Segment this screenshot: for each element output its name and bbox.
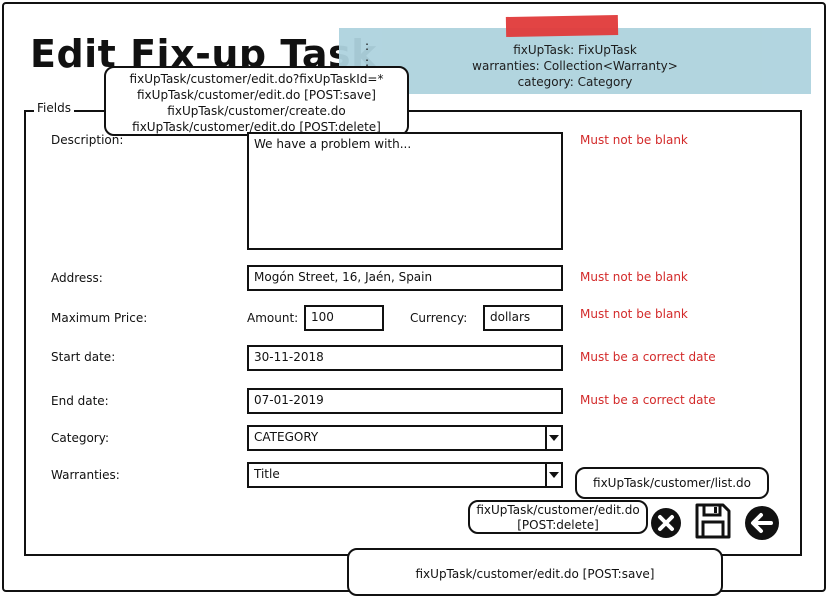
back-button[interactable] [743,504,781,542]
delete-button[interactable] [647,504,685,542]
model-note: fixUpTask: FixUpTask warranties: Collect… [339,28,811,94]
end-date-error: Must be a correct date [580,393,716,407]
description-error: Must not be blank [580,133,688,147]
max-price-error: Must not be blank [580,307,688,321]
warranties-selected-value: Title [254,467,280,481]
address-error: Must not be blank [580,270,688,284]
fieldset-legend: Fields [34,101,74,115]
chevron-down-icon[interactable] [545,427,561,449]
start-date-label: Start date: [51,350,116,364]
save-icon [695,503,731,539]
currency-input[interactable]: dollars [483,305,563,331]
category-select[interactable]: CATEGORY [247,425,563,451]
delete-url-line: fixUpTask/customer/edit.do [476,503,640,517]
address-input[interactable]: Mogón Street, 16, Jaén, Spain [247,265,563,291]
max-price-label: Maximum Price: [51,311,148,325]
delete-url-bubble: fixUpTask/customer/edit.do [POST:delete] [468,500,648,534]
start-date-error: Must be a correct date [580,350,716,364]
delete-icon [651,508,681,538]
tape-decoration [505,15,619,37]
warranties-label: Warranties: [51,468,120,482]
back-arrow-icon [745,506,779,540]
end-date-input[interactable]: 07-01-2019 [247,388,563,414]
amount-label: Amount: [247,311,299,325]
save-url-bubble: fixUpTask/customer/edit.do [POST:save] [347,548,723,596]
url-line: fixUpTask/customer/create.do [167,104,346,118]
delete-url-line: [POST:delete] [517,518,599,532]
end-date-label: End date: [51,394,109,408]
model-note-line: fixUpTask: FixUpTask [513,43,637,57]
chevron-down-icon[interactable] [545,464,561,486]
url-line: fixUpTask/customer/edit.do?fixUpTaskId=* [129,72,384,86]
model-note-line: warranties: Collection<Warranty> [472,59,678,73]
description-textarea[interactable]: We have a problem with... [247,132,563,250]
amount-input[interactable]: 100 [304,305,384,331]
warranties-select[interactable]: Title [247,462,563,488]
model-note-line: category: Category [517,75,633,89]
urls-bubble: fixUpTask/customer/edit.do?fixUpTaskId=*… [104,66,409,136]
url-line: fixUpTask/customer/edit.do [POST:save] [137,88,376,102]
list-url-bubble: fixUpTask/customer/list.do [575,467,769,499]
description-label: Description: [51,133,124,147]
category-selected-value: CATEGORY [254,430,319,444]
category-label: Category: [51,431,109,445]
currency-label: Currency: [410,311,468,325]
save-button[interactable] [694,502,732,540]
start-date-input[interactable]: 30-11-2018 [247,345,563,371]
dot: : [365,39,370,53]
address-label: Address: [51,271,103,285]
